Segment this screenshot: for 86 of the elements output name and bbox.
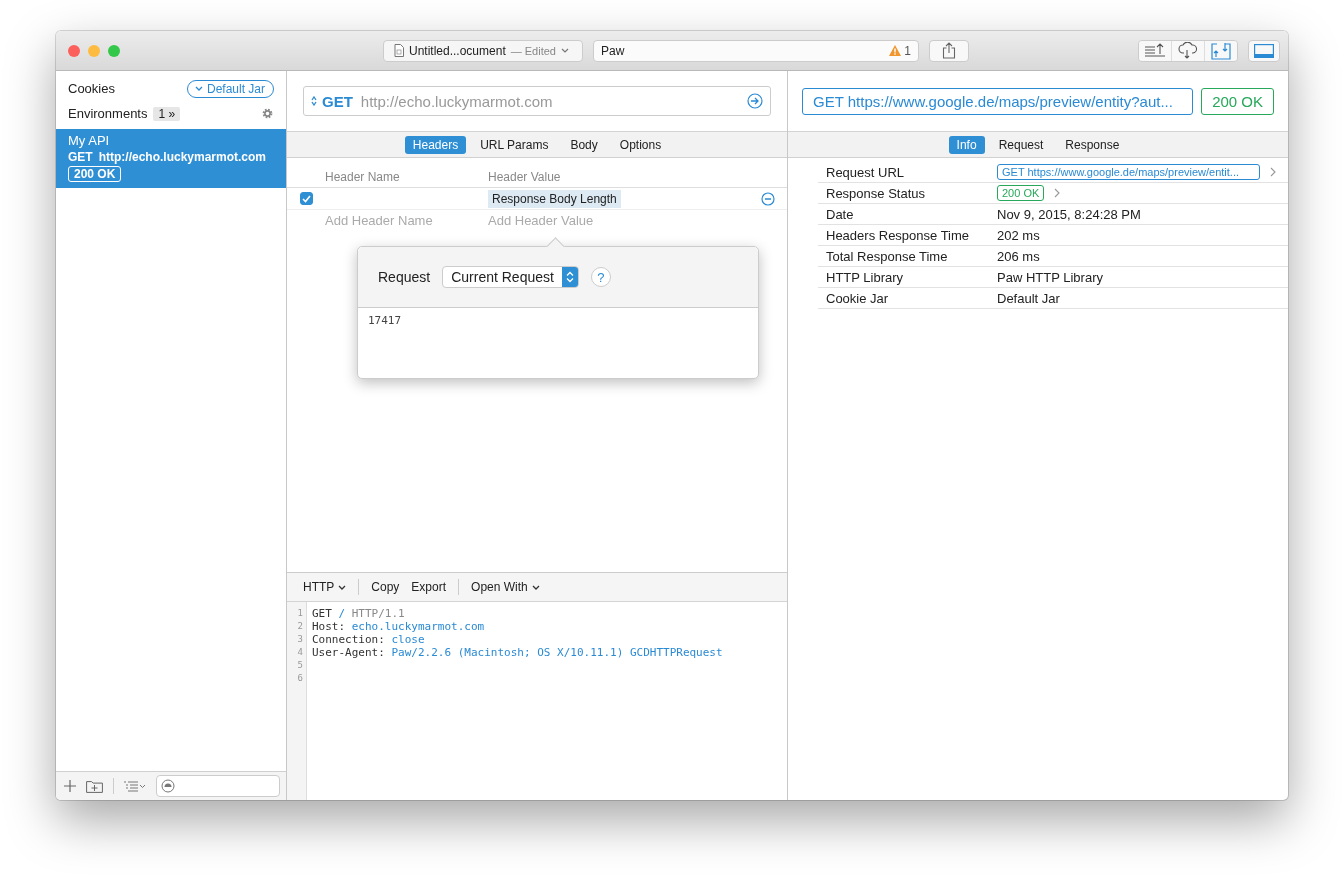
info-label: Cookie Jar (826, 290, 890, 306)
code-line: Host: echo.luckymarmot.com (312, 620, 485, 633)
import-export-button[interactable] (1205, 40, 1237, 61)
line-number: 3 (297, 633, 303, 646)
request-select[interactable]: Current Request (442, 266, 579, 288)
share-icon (942, 42, 956, 59)
line-number: 6 (297, 672, 303, 685)
tab[interactable]: Headers (404, 135, 467, 154)
info-value: Default Jar (997, 290, 1060, 306)
method-selector[interactable]: GET (311, 92, 353, 110)
preview-value: 17417 (368, 314, 402, 327)
import-export-icon (1211, 41, 1231, 60)
send-icon[interactable] (747, 93, 763, 109)
cookies-label: Cookies (68, 81, 115, 96)
tab[interactable]: Options (611, 135, 670, 154)
filter-icon (161, 779, 175, 793)
checkbox[interactable] (299, 192, 313, 205)
info-label: HTTP Library (826, 269, 905, 285)
remove-icon[interactable] (761, 191, 775, 206)
toolbar-button[interactable]: HTTP (303, 580, 347, 594)
info-label: Date (826, 206, 855, 222)
zoom-button[interactable] (108, 44, 120, 57)
tab[interactable]: Request (990, 135, 1052, 154)
filter-field[interactable] (156, 775, 280, 797)
document-title-button[interactable]: Untitled...ocument — Edited (383, 39, 583, 62)
panel-icon (1254, 43, 1274, 58)
code-line: GET / HTTP/1.1 (312, 607, 405, 620)
search-field[interactable]: Paw 1 (593, 39, 919, 62)
help-button[interactable]: ? (590, 267, 611, 287)
toggle-panel-button[interactable] (1248, 39, 1280, 62)
info-value: 202 ms (997, 227, 1040, 243)
request-url: http://echo.luckymarmot.com (98, 150, 267, 164)
toolbar-button[interactable]: Export (411, 580, 447, 594)
cloud-icon (1178, 42, 1198, 59)
tab[interactable]: Body (562, 135, 606, 154)
tab[interactable]: URL Params (472, 135, 557, 154)
document-icon (394, 44, 404, 57)
url-field[interactable]: GET http://echo.luckymarmot.com (303, 86, 771, 116)
info-value: Paw HTTP Library (997, 269, 1103, 285)
warning-icon (889, 45, 902, 56)
status-badge: 200 OK (68, 166, 122, 182)
request-label: Request (378, 269, 431, 285)
environments-label: Environments (68, 106, 148, 121)
add-icon[interactable] (64, 780, 76, 792)
list-upload-icon (1144, 43, 1166, 58)
request-item[interactable]: My API GET http://echo.luckymarmot.com 200 OK (56, 129, 286, 188)
toolbar-button[interactable]: Open With (471, 580, 540, 594)
info-label: Headers Response Time (826, 227, 971, 243)
sort-list-icon[interactable] (124, 780, 146, 792)
info-label: Total Response Time (826, 248, 949, 264)
info-value: Nov 9, 2015, 8:24:28 PM (997, 206, 1141, 222)
request-url-badge[interactable]: GET https://www.google.de/maps/preview/entity?aut... (802, 87, 1194, 115)
warning-count: 1 (904, 43, 911, 58)
toolbar-button[interactable]: Copy (371, 580, 400, 594)
info-label: Response Status (826, 185, 926, 201)
code-line: Connection: close (312, 633, 425, 646)
new-folder-icon[interactable] (86, 779, 103, 793)
share-button[interactable] (929, 39, 969, 62)
request-url-badge[interactable]: GET https://www.google.de/maps/preview/entit... (997, 164, 1260, 180)
line-number: 4 (297, 646, 303, 659)
close-button[interactable] (68, 44, 80, 57)
environments-count[interactable]: 1 » (153, 106, 181, 121)
sync-button[interactable] (1172, 40, 1205, 61)
info-label: Request URL (826, 164, 906, 180)
chevron-right-icon[interactable] (1054, 188, 1061, 198)
status-badge: 200 OK (997, 185, 1045, 201)
column-header: Header Name (325, 169, 401, 184)
line-number: 2 (297, 620, 303, 633)
dynamic-value-token[interactable]: Response Body Length (488, 189, 621, 208)
tab[interactable]: Info (948, 135, 985, 154)
request-method: GET (68, 150, 93, 164)
chevron-down-icon (560, 48, 569, 53)
info-value: 206 ms (997, 248, 1040, 264)
stepper-icon (565, 271, 574, 283)
settings-icon[interactable] (261, 107, 274, 120)
sort-button[interactable] (1139, 40, 1172, 61)
request-name: My API (68, 133, 111, 148)
column-header: Header Value (488, 169, 562, 184)
tab[interactable]: Response (1057, 135, 1128, 154)
line-number: 1 (297, 607, 303, 620)
stepper-icon (311, 96, 317, 106)
chevron-down-icon (194, 86, 203, 91)
status-badge: 200 OK (1201, 87, 1274, 115)
chevron-right-icon[interactable] (1270, 167, 1276, 177)
line-number: 5 (297, 659, 303, 672)
code-line: User-Agent: Paw/2.2.6 (Macintosh; OS X/10.11.1) GCDHTTPRequest (312, 646, 723, 659)
